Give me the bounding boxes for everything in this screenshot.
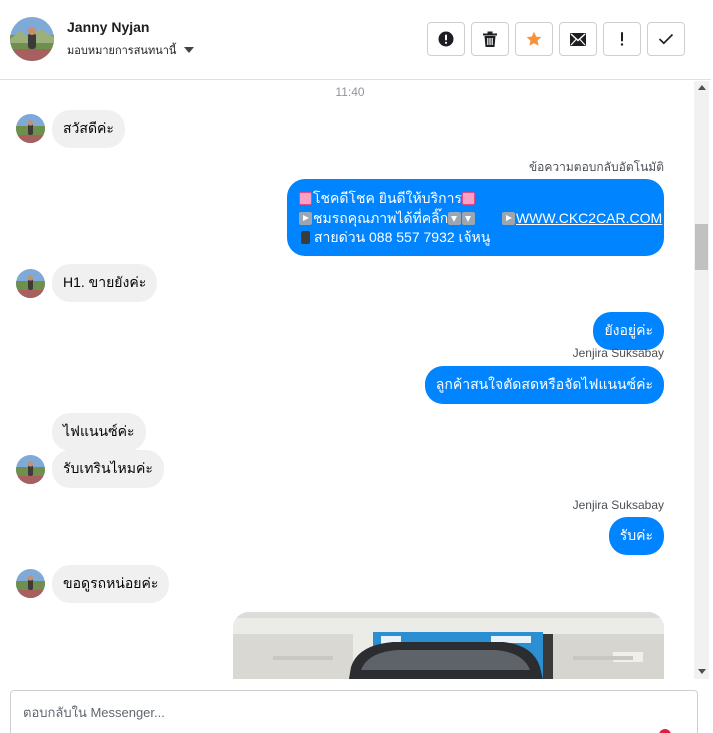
play-button-emoji-icon [299,211,312,225]
caret-down-icon [184,47,195,53]
envelope-icon [570,32,586,46]
incoming-message: H1. ขายยังค่ะ [52,264,158,302]
mark-done-button[interactable] [647,22,685,56]
sender-name: Jenjira Suksabay [572,498,664,512]
website-link[interactable]: WWW.CKC2CAR.COM [516,210,662,226]
exclamation-icon [620,32,624,46]
mark-important-button[interactable] [603,22,641,56]
check-icon [658,33,674,45]
conversation-header: Janny Nyjan มอบหมายการสนทนานี้ [0,0,711,80]
scroll-down-arrow-icon[interactable] [698,669,706,674]
incoming-message: ขอดูรถหน่อยค่ะ [52,565,170,603]
contact-avatar-small[interactable] [16,455,45,484]
mark-spam-button[interactable] [427,22,465,56]
star-icon [526,31,542,46]
sparkle-emoji-icon [461,192,475,205]
sparkle-emoji-icon [299,192,312,205]
messenger-inbox-window: Janny Nyjan มอบหมายการสนทนานี้ 11:40 สวั… [0,0,713,733]
phone-emoji-icon [301,231,310,244]
car-photo-attachment[interactable] [233,612,664,679]
scrollbar-thumb[interactable] [695,224,708,270]
reply-box[interactable] [10,690,698,733]
assign-conversation-dropdown[interactable]: มอบหมายการสนทนานี้ [67,41,195,59]
thread-scrollbar[interactable] [694,81,709,679]
emoji-icon[interactable] [659,729,671,733]
star-button[interactable] [515,22,553,56]
auto-reply-hotline: สายด่วน 088 557 7932 เจ้หนู [314,229,491,245]
assign-label: มอบหมายการสนทนานี้ [67,45,177,57]
outgoing-message: รับค่ะ [608,517,664,555]
alert-circle-icon [438,31,454,47]
sender-name: Jenjira Suksabay [572,346,664,360]
composer-area [0,679,713,733]
reply-input[interactable] [23,705,623,720]
incoming-message: ไฟแนนซ์ค่ะ [52,413,146,451]
auto-reply-line: ชมรถคุณภาพได้ที่คลิ๊ก WWW.CKC2CAR.COM [299,209,662,229]
incoming-message: สวัสดีค่ะ [52,110,125,148]
conversation-toolbar [427,22,685,56]
contact-name: Janny Nyjan [67,19,150,35]
contact-avatar-small[interactable] [16,569,45,598]
auto-reply-greeting: โชคดีโชค ยินดีให้บริการ [313,190,462,206]
contact-avatar-small[interactable] [16,269,45,298]
play-button-emoji-icon [501,211,515,225]
mark-unread-button[interactable] [559,22,597,56]
auto-reply-label: ข้อความตอบกลับอัตโนมัติ [528,160,664,174]
outgoing-message: ยังอยู่ค่ะ [593,312,664,350]
auto-reply-line: โชคดีโชค ยินดีให้บริการ [299,189,652,209]
incoming-message: รับเทรินไหมค่ะ [52,450,164,488]
message-thread[interactable]: 11:40 สวัสดีค่ะ ข้อความตอบกลับอัตโนมัติ … [0,81,694,679]
auto-reply-cta: ชมรถคุณภาพได้ที่คลิ๊ก [313,209,449,226]
auto-reply-message: โชคดีโชค ยินดีให้บริการ ชมรถคุณภาพได้ที่… [287,179,664,256]
message-timestamp: 11:40 [335,85,365,99]
scroll-up-arrow-icon[interactable] [698,85,706,90]
down-arrow-emoji-icon [462,211,476,225]
contact-avatar-small[interactable] [16,114,45,143]
auto-reply-line: สายด่วน 088 557 7932 เจ้หนู [299,228,652,248]
delete-button[interactable] [471,22,509,56]
outgoing-message: ลูกค้าสนใจตัดสดหรือจัดไฟแนนซ์ค่ะ [424,366,664,404]
trash-icon [483,31,497,47]
contact-avatar[interactable] [10,17,54,61]
down-arrow-emoji-icon [448,211,462,225]
